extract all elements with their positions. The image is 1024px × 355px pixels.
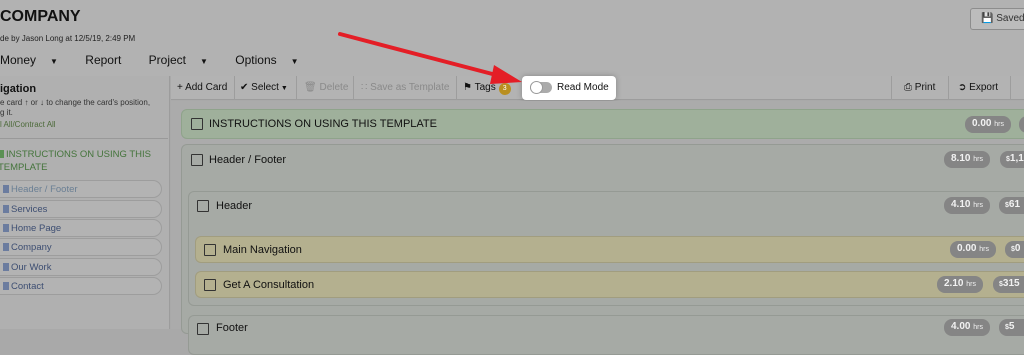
arrow-shaft bbox=[338, 32, 502, 78]
arrow-head-icon bbox=[490, 65, 522, 84]
annotation-arrow bbox=[338, 32, 522, 84]
